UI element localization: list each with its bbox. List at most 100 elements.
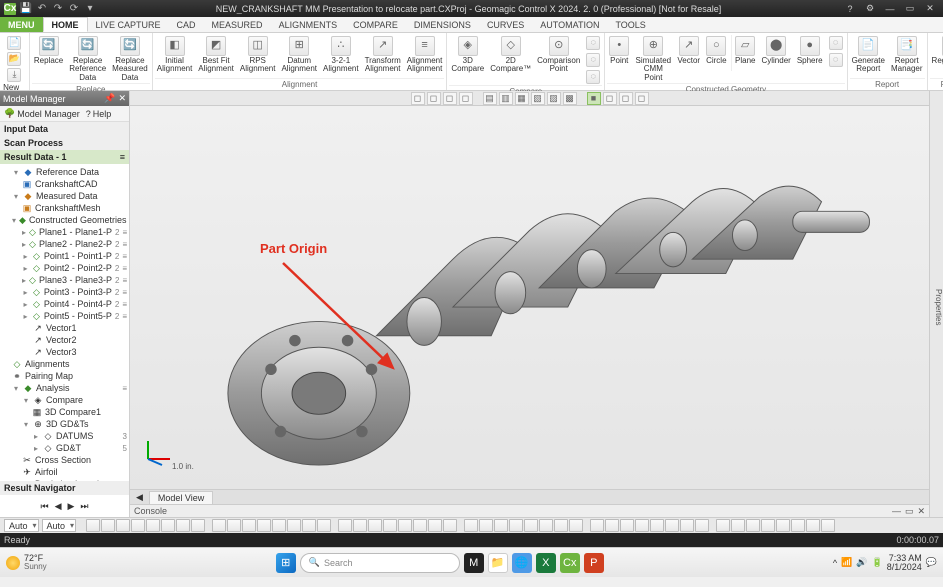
bottom-tool-15[interactable] (317, 519, 331, 532)
cmp-opt3[interactable]: ◌ (584, 69, 602, 85)
taskbar-app-2[interactable]: 📁 (488, 553, 508, 573)
nav-next-icon[interactable]: ▶ (68, 501, 75, 512)
tree-geom-5[interactable]: ▸◇Point3 - Point3-P2≡ (0, 286, 129, 298)
bottom-tool-27[interactable] (509, 519, 523, 532)
plane-button[interactable]: ▱Plane (733, 35, 757, 66)
qat-save-icon[interactable]: 💾 (20, 3, 32, 15)
panel-tab-model-manager[interactable]: 🌳Model Manager (4, 108, 80, 119)
geom-menu-icon[interactable]: ≡ (122, 312, 127, 321)
taskbar-app-6[interactable]: P (584, 553, 604, 573)
tree-constructed-geom[interactable]: ▾◆Constructed Geometries≡ (0, 214, 129, 226)
bottom-tool-39[interactable] (695, 519, 709, 532)
bottom-tool-23[interactable] (443, 519, 457, 532)
tree-3d-compare1[interactable]: ▦3D Compare1 (0, 406, 129, 418)
bottom-tool-33[interactable] (605, 519, 619, 532)
vtb-1[interactable]: ◻ (411, 92, 425, 105)
tree-geom-4[interactable]: ▸◇Plane3 - Plane3-P2≡ (0, 274, 129, 286)
geom-menu-icon[interactable]: ≡ (122, 288, 127, 297)
replace-ref-button[interactable]: 🔄Replace Reference Data (67, 35, 108, 83)
bottom-tool-47[interactable] (821, 519, 835, 532)
bottom-tool-1[interactable] (101, 519, 115, 532)
datum-align-button[interactable]: ⊞Datum Alignment (279, 35, 319, 75)
vtb-6[interactable]: ▥ (499, 92, 513, 105)
taskbar-app-1[interactable]: M (464, 553, 484, 573)
tab-tools[interactable]: TOOLS (607, 17, 653, 32)
qat-undo-icon[interactable]: ↶ (36, 3, 48, 15)
tree-geom-7[interactable]: ▸◇Point5 - Point5-P2≡ (0, 310, 129, 322)
bottom-tool-14[interactable] (302, 519, 316, 532)
model-view-tab[interactable]: Model View (149, 491, 213, 504)
tab-live-capture[interactable]: LIVE CAPTURE (88, 17, 169, 32)
tray-wifi-icon[interactable]: 📶 (841, 557, 852, 568)
bottom-tool-45[interactable] (791, 519, 805, 532)
tray-notifications-icon[interactable]: 💬 (926, 557, 937, 568)
vtb-2[interactable]: ◻ (427, 92, 441, 105)
bottom-tool-10[interactable] (242, 519, 256, 532)
bottom-tool-42[interactable] (746, 519, 760, 532)
replace-meas-button[interactable]: 🔄Replace Measured Data (110, 35, 150, 83)
vtb-8[interactable]: ▧ (531, 92, 545, 105)
taskbar-search[interactable]: 🔍Search (300, 553, 460, 573)
tab-alignments[interactable]: ALIGNMENTS (271, 17, 346, 32)
new-button[interactable]: 📄 (5, 35, 23, 51)
geom-menu-icon[interactable]: ≡ (122, 252, 127, 261)
tree-crankshaft-cad[interactable]: ▣CrankshaftCAD (0, 178, 129, 190)
3d-viewport[interactable]: Part Origin 1.0 in. (130, 106, 929, 489)
tray-chevron-icon[interactable]: ^ (833, 558, 837, 568)
cmp-opt2[interactable]: ◌ (584, 52, 602, 68)
vtb-4[interactable]: ◻ (459, 92, 473, 105)
vtb-9[interactable]: ▨ (547, 92, 561, 105)
bottom-tool-25[interactable] (479, 519, 493, 532)
import-button[interactable]: ⤓ (5, 67, 23, 83)
bottom-tool-24[interactable] (464, 519, 478, 532)
tree-vector-2[interactable]: ↗Vector3 (0, 346, 129, 358)
bottom-tool-46[interactable] (806, 519, 820, 532)
maximize-button[interactable]: ▭ (901, 2, 919, 16)
bottom-tool-28[interactable] (524, 519, 538, 532)
close-button[interactable]: ✕ (921, 2, 939, 16)
bottom-tool-13[interactable] (287, 519, 301, 532)
qat-down-icon[interactable]: ▾ (84, 3, 96, 15)
bottom-tool-26[interactable] (494, 519, 508, 532)
bottom-tool-37[interactable] (665, 519, 679, 532)
vtb-7[interactable]: ▦ (515, 92, 529, 105)
tree-geom-3[interactable]: ▸◇Point2 - Point2-P2≡ (0, 262, 129, 274)
geom-menu-icon[interactable]: ≡ (122, 228, 127, 237)
bottom-tool-41[interactable] (731, 519, 745, 532)
tray-battery-icon[interactable]: 🔋 (872, 557, 883, 568)
tree-header-scan[interactable]: Scan Process (0, 136, 129, 150)
tree-crankshaft-mesh[interactable]: ▣CrankshaftMesh (0, 202, 129, 214)
taskbar-app-4[interactable]: X (536, 553, 556, 573)
tree-geom-0[interactable]: ▸◇Plane1 - Plane1-P2≡ (0, 226, 129, 238)
tab-automation[interactable]: AUTOMATION (532, 17, 607, 32)
menu-tab[interactable]: MENU (0, 17, 43, 32)
cg-opt2[interactable]: ◌ (827, 52, 845, 68)
tab-curves[interactable]: CURVES (479, 17, 532, 32)
bottom-tool-20[interactable] (398, 519, 412, 532)
rail-properties[interactable]: Properties (934, 289, 943, 325)
geom-menu-icon[interactable]: ≡ (122, 300, 127, 309)
align-321-button[interactable]: ∴3-2-1 Alignment (321, 35, 361, 75)
panel-close-icon[interactable]: ✕ (118, 93, 126, 104)
report-manager-button[interactable]: 📑Report Manager (889, 35, 925, 75)
sphere-button[interactable]: ●Sphere (795, 35, 825, 66)
tree-header-result[interactable]: Result Data - 1 ≡ (0, 150, 129, 164)
result-navigator-header[interactable]: Result Navigator (0, 481, 129, 495)
bottom-tool-36[interactable] (650, 519, 664, 532)
vtb-shade[interactable]: ■ (587, 92, 601, 105)
tree-datums[interactable]: ▸◇DATUMS3 (0, 430, 129, 442)
bottom-tool-38[interactable] (680, 519, 694, 532)
taskbar-app-5[interactable]: Cx (560, 553, 580, 573)
bottom-tool-34[interactable] (620, 519, 634, 532)
pin-icon[interactable]: 📌 (104, 93, 115, 104)
bottom-tool-7[interactable] (191, 519, 205, 532)
start-button[interactable]: ⊞ (276, 553, 296, 573)
help-icon[interactable]: ? (841, 2, 859, 16)
tree-pairing-map[interactable]: ⚭Pairing Map (0, 370, 129, 382)
tree-geom-2[interactable]: ▸◇Point1 - Point1-P2≡ (0, 250, 129, 262)
bottom-tool-40[interactable] (716, 519, 730, 532)
bottom-tool-6[interactable] (176, 519, 190, 532)
bottom-tool-17[interactable] (353, 519, 367, 532)
nav-prev-icon[interactable]: ◀ (55, 501, 62, 512)
bestfit-align-button[interactable]: ◩Best Fit Alignment (196, 35, 236, 75)
